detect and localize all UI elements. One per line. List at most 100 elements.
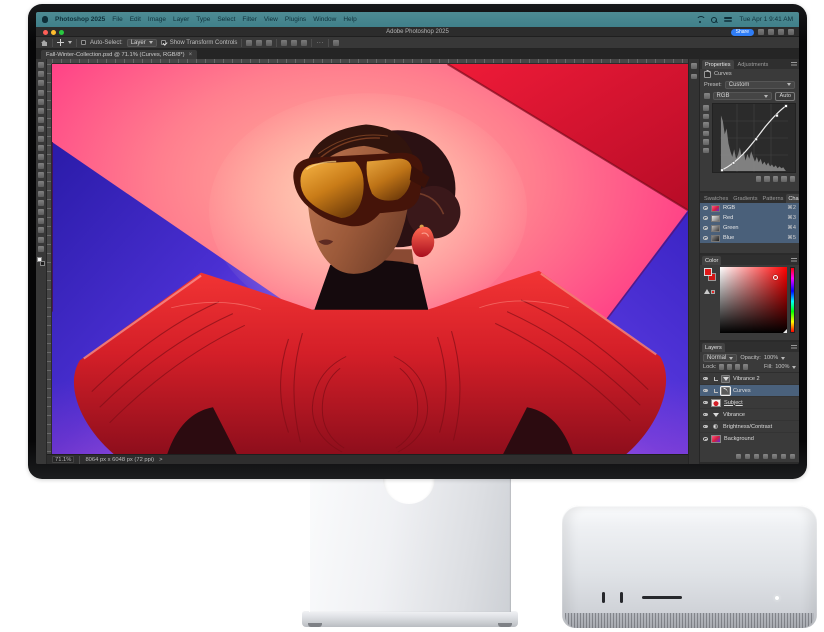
hue-slider[interactable] — [790, 267, 795, 333]
path-selection-tool[interactable] — [38, 218, 44, 224]
tab-properties[interactable]: Properties — [702, 60, 734, 69]
menu-window[interactable]: Window — [313, 16, 336, 23]
new-layer-icon[interactable] — [781, 454, 787, 460]
curve-point-tool-icon[interactable] — [703, 105, 709, 111]
auto-select-dropdown[interactable]: Layer — [127, 39, 157, 47]
channel-row-rgb[interactable]: RGB ⌘2 — [700, 203, 799, 213]
visibility-eye-icon[interactable] — [703, 389, 708, 393]
control-center-icon[interactable] — [724, 17, 732, 23]
menu-plugins[interactable]: Plugins — [285, 16, 306, 23]
delete-layer-icon[interactable] — [790, 454, 796, 460]
smooth-curve-icon[interactable] — [703, 148, 709, 154]
spotlight-search-icon[interactable] — [711, 17, 717, 23]
tool-preset-chevron-icon[interactable] — [68, 41, 72, 44]
home-screen-icon[interactable] — [41, 40, 48, 46]
tab-channels[interactable]: Channels — [786, 194, 799, 203]
gradient-tool[interactable] — [38, 172, 44, 178]
align-bottom-icon[interactable] — [301, 40, 307, 46]
wifi-icon[interactable] — [696, 17, 704, 23]
layout-grid-icon[interactable] — [778, 29, 784, 35]
align-middle-icon[interactable] — [291, 40, 297, 46]
menu-view[interactable]: View — [264, 16, 278, 23]
new-adjustment-layer-icon[interactable] — [763, 454, 769, 460]
menu-file[interactable]: File — [112, 16, 122, 23]
clip-to-layer-icon[interactable] — [756, 176, 762, 182]
auto-select-checkbox[interactable] — [81, 40, 86, 45]
layer-row-brightness-contrast[interactable]: Brightness/Contrast — [700, 421, 799, 433]
layer-row-vibrance-2[interactable]: Vibrance 2 — [700, 373, 799, 385]
menu-help[interactable]: Help — [343, 16, 356, 23]
visibility-eye-icon[interactable] — [703, 413, 708, 417]
transform-controls-checkbox[interactable] — [161, 40, 166, 45]
saturation-brightness-picker[interactable] — [720, 267, 787, 333]
canvas-area[interactable] — [47, 59, 688, 454]
auto-button[interactable]: Auto — [775, 92, 795, 101]
previous-state-icon[interactable] — [764, 176, 770, 182]
healing-brush-tool[interactable] — [38, 126, 44, 132]
workspace-icon[interactable] — [333, 40, 339, 46]
gray-point-eyedropper-icon[interactable] — [703, 131, 709, 137]
tab-layers[interactable]: Layers — [702, 343, 725, 352]
align-top-icon[interactable] — [281, 40, 287, 46]
zoom-window-button[interactable] — [59, 30, 64, 35]
preset-dropdown[interactable]: Custom — [725, 81, 795, 89]
lock-position-icon[interactable] — [735, 364, 741, 370]
visibility-eye-icon[interactable] — [703, 216, 708, 220]
workspace-switcher-icon[interactable] — [788, 29, 794, 35]
visibility-eye-icon[interactable] — [703, 236, 708, 240]
delete-adjustment-icon[interactable] — [790, 176, 796, 182]
frame-tool[interactable] — [38, 108, 44, 114]
menu-layer[interactable]: Layer — [173, 16, 189, 23]
reset-adjustment-icon[interactable] — [773, 176, 779, 182]
comments-panel-icon[interactable] — [691, 74, 697, 80]
opacity-chevron-icon[interactable] — [781, 357, 785, 360]
marquee-tool[interactable] — [38, 71, 44, 77]
type-tool[interactable] — [38, 209, 44, 215]
panel-menu-icon[interactable] — [791, 62, 797, 67]
eraser-tool[interactable] — [38, 163, 44, 169]
menu-image[interactable]: Image — [148, 16, 166, 23]
crop-tool[interactable] — [38, 99, 44, 105]
move-tool[interactable] — [38, 62, 44, 68]
blend-mode-dropdown[interactable]: Normal — [703, 354, 737, 362]
layer-row-curves[interactable]: Curves — [700, 385, 799, 397]
black-point-eyedropper-icon[interactable] — [703, 122, 709, 128]
layer-row-subject[interactable]: Subject — [700, 397, 799, 409]
align-center-icon[interactable] — [256, 40, 262, 46]
white-point-eyedropper-icon[interactable] — [703, 139, 709, 145]
notifications-icon[interactable] — [758, 29, 764, 35]
menu-edit[interactable]: Edit — [130, 16, 141, 23]
channel-row-red[interactable]: Red ⌘3 — [700, 213, 799, 223]
apple-menu-icon[interactable] — [42, 16, 48, 23]
visibility-eye-icon[interactable] — [703, 377, 708, 381]
document-tab[interactable]: Fall-Winter-Collection.psd @ 71.1% (Curv… — [41, 50, 197, 59]
panel-menu-icon[interactable] — [791, 258, 797, 263]
menu-select[interactable]: Select — [217, 16, 235, 23]
history-panel-icon[interactable] — [691, 63, 697, 69]
lock-all-icon[interactable] — [743, 364, 749, 370]
lock-pixels-icon[interactable] — [727, 364, 733, 370]
brush-tool[interactable] — [38, 136, 44, 142]
layer-row-background[interactable]: Background — [700, 433, 799, 445]
layer-effects-icon[interactable] — [745, 454, 751, 460]
link-layers-icon[interactable] — [736, 454, 742, 460]
hand-tool[interactable] — [38, 237, 44, 243]
toggle-visibility-icon[interactable] — [781, 176, 787, 182]
pen-tool[interactable] — [38, 200, 44, 206]
visibility-eye-icon[interactable] — [703, 437, 708, 441]
more-options-button[interactable]: ··· — [316, 40, 324, 46]
canvas-image[interactable] — [52, 64, 688, 454]
curve-editor[interactable] — [712, 103, 796, 173]
visibility-eye-icon[interactable] — [703, 226, 708, 230]
align-left-icon[interactable] — [246, 40, 252, 46]
menu-clock[interactable]: Tue Apr 1 9:41 AM — [739, 16, 793, 23]
search-icon[interactable] — [768, 29, 774, 35]
lasso-tool[interactable] — [38, 80, 44, 86]
foreground-background-swatches[interactable] — [37, 257, 45, 266]
gamut-color-swatch[interactable] — [711, 290, 715, 294]
new-group-icon[interactable] — [772, 454, 778, 460]
fill-chevron-icon[interactable] — [792, 366, 796, 369]
curve-pencil-tool-icon[interactable] — [703, 114, 709, 120]
foreground-color-swatch[interactable] — [704, 268, 712, 276]
fill-value[interactable]: 100% — [775, 364, 789, 370]
